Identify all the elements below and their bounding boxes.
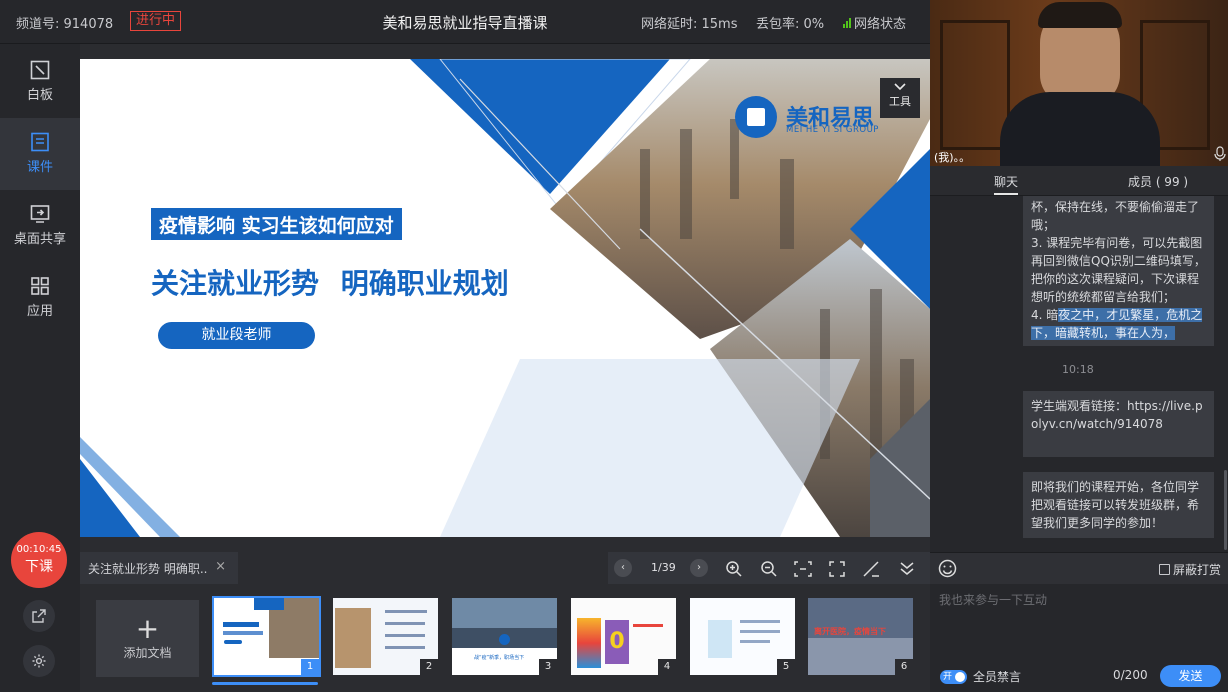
active-tab-indicator — [994, 193, 1018, 195]
checkbox-icon — [1159, 564, 1170, 575]
thumbnail-3[interactable]: 战“疫”新季，职场当下 3 — [452, 598, 557, 675]
nav-courseware[interactable]: 课件 — [0, 118, 80, 190]
whiteboard-icon — [30, 60, 50, 80]
chat-message: 学生端观看链接：https://live.polyv.cn/watch/9140… — [1023, 391, 1214, 457]
slide-headline: 关注就业形势 明确职业规划 — [151, 267, 509, 300]
chat-input[interactable]: 我也来参与一下互动 — [939, 591, 1047, 608]
logo-subtext: MEI HE YI SI GROUP — [786, 125, 879, 135]
thumbnail-6[interactable]: 离开医院，疫情当下 6 — [808, 598, 913, 675]
network-status[interactable]: 网络状态 — [843, 13, 906, 32]
collapse-icon[interactable] — [900, 561, 914, 575]
class-timer: 00:10:45 — [16, 544, 62, 555]
chevron-down-icon — [894, 83, 906, 91]
apps-icon — [31, 277, 49, 295]
nav-screen-share[interactable]: 桌面共享 — [0, 190, 80, 262]
latency-text: 网络延时: 15ms — [641, 17, 738, 32]
nav-whiteboard[interactable]: 白板 — [0, 46, 80, 118]
tools-button[interactable]: 工具 — [880, 78, 920, 118]
tab-chat[interactable]: 聊天 — [994, 173, 1018, 190]
thumbnail-5[interactable]: 5 — [690, 598, 795, 675]
packet-loss-text: 丢包率: 0% — [756, 17, 825, 32]
top-bar: 频道号: 914078 进行中 美和易思就业指导直播课 网络延时: 15ms 丢… — [0, 0, 930, 44]
thumbnail-2[interactable]: 2 — [333, 598, 438, 675]
microphone-icon — [1214, 146, 1226, 161]
end-class-label: 下课 — [25, 559, 53, 575]
tab-members[interactable]: 成员 ( 99 ) — [1128, 173, 1188, 190]
close-icon[interactable]: × — [215, 559, 226, 574]
screen-share-icon — [30, 205, 50, 223]
end-class-button[interactable]: 00:10:45 下课 — [11, 532, 67, 588]
slide-banner: 疫情影响 实习生该如何应对 — [151, 208, 402, 240]
chat-scrollbar[interactable] — [1224, 470, 1227, 550]
mute-all-toggle[interactable]: 开 — [940, 669, 967, 684]
nav-apps[interactable]: 应用 — [0, 262, 80, 334]
annotation-icon[interactable] — [863, 561, 880, 577]
document-tab[interactable]: 关注就业形势 明确职.. × — [80, 552, 238, 584]
chat-message: 杯，保持在线，不要偷偷溜走了哦； 3. 课程完毕有问卷，可以先截图再回到微信QQ… — [1023, 196, 1214, 346]
gear-icon — [32, 654, 46, 668]
char-count: 0/200 — [1113, 668, 1148, 682]
fullscreen-icon[interactable] — [829, 561, 845, 577]
block-rewards-checkbox[interactable]: 屏蔽打赏 — [1159, 561, 1221, 578]
chat-tabs: 聊天 成员 ( 99 ) — [930, 166, 1228, 196]
signal-icon — [843, 17, 851, 28]
send-button[interactable]: 发送 — [1160, 665, 1221, 687]
add-document-button[interactable]: + 添加文档 — [96, 600, 199, 677]
mute-all-control: 开 全员禁言 — [940, 668, 1021, 685]
chat-timestamp: 10:18 — [1062, 363, 1094, 376]
thumbnail-4[interactable]: 0 4 — [571, 598, 676, 675]
chat-message: 即将我们的课程开始，各位同学把观看链接可以转发班级群，希望我们更多同学的参加！ — [1023, 472, 1214, 538]
next-page-button[interactable]: › — [690, 559, 708, 577]
courseware-icon — [31, 132, 49, 152]
teacher-video[interactable]: (我)。。 — [930, 0, 1228, 166]
external-link-icon — [32, 609, 46, 623]
emoji-icon[interactable] — [938, 559, 957, 578]
current-slide[interactable]: 美和易思 MEI HE YI SI GROUP 疫情影响 实习生该如何应对 关注… — [80, 59, 930, 537]
prev-page-button[interactable]: ‹ — [614, 559, 632, 577]
thumbnail-1[interactable]: 1 — [212, 596, 321, 677]
fit-width-icon[interactable] — [794, 561, 812, 577]
zoom-out-icon[interactable] — [760, 560, 778, 578]
slide-teacher-pill: 就业段老师 — [158, 322, 315, 349]
settings-button[interactable] — [23, 645, 55, 677]
zoom-in-icon[interactable] — [725, 560, 743, 578]
page-indicator: 1/39 — [651, 561, 676, 574]
popout-button[interactable] — [23, 600, 55, 632]
self-label: (我)。。 — [934, 151, 971, 164]
thumbnail-selection-bar — [212, 682, 318, 685]
plus-icon: + — [135, 612, 160, 645]
